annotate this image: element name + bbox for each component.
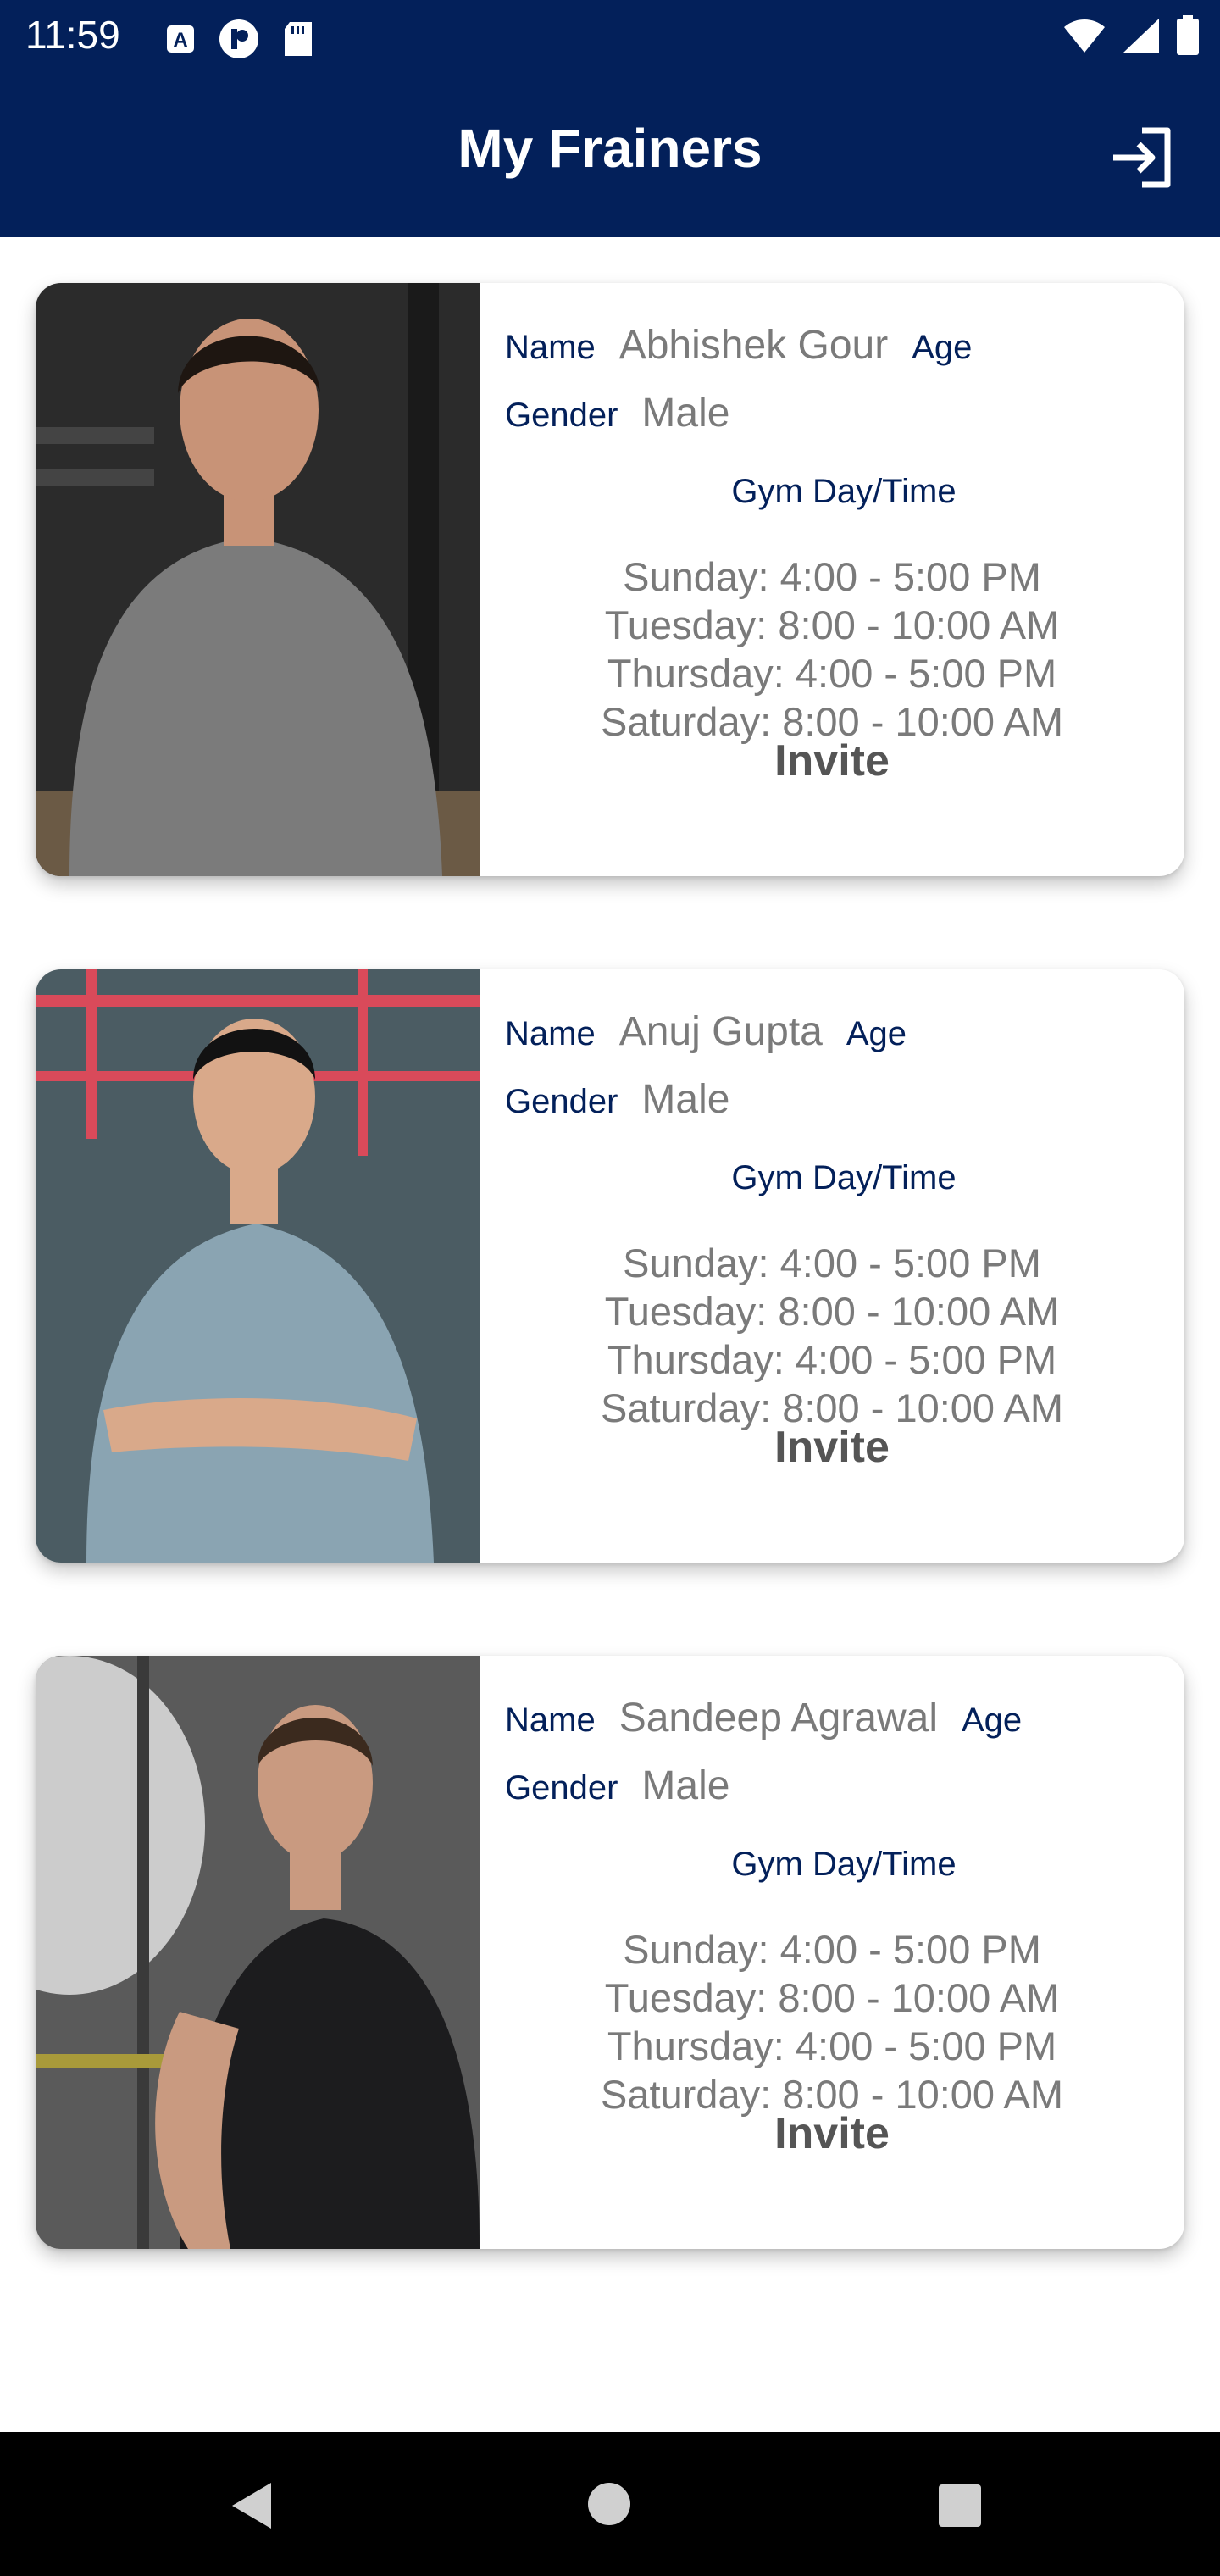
- schedule-list: Sunday: 4:00 - 5:00 PM Tuesday: 8:00 - 1…: [480, 1239, 1184, 1432]
- schedule-list: Sunday: 4:00 - 5:00 PM Tuesday: 8:00 - 1…: [480, 1925, 1184, 2118]
- invite-button[interactable]: Invite: [705, 2100, 959, 2168]
- trainer-photo: [36, 283, 480, 876]
- logout-icon: [1113, 127, 1171, 188]
- gender-row: Gender Male: [505, 1763, 753, 1809]
- status-bar: 11:59 A: [0, 0, 1220, 73]
- trainer-name: Abhishek Gour: [618, 323, 889, 368]
- trainer-info: Name Anuj Gupta Age Gender Male Gym Day/…: [480, 969, 1184, 1563]
- gender-row: Gender Male: [505, 1076, 753, 1123]
- battery-icon: [1177, 15, 1199, 55]
- age-label: Age: [912, 329, 973, 366]
- trainer-photo: [36, 969, 480, 1563]
- status-system-icons: [1062, 15, 1200, 56]
- trainer-name: Anuj Gupta: [618, 1009, 823, 1054]
- schedule-item: Sunday: 4:00 - 5:00 PM: [623, 1241, 1041, 1285]
- nav-back-button[interactable]: [229, 2481, 274, 2534]
- svg-text:A: A: [173, 29, 187, 52]
- gender-label: Gender: [505, 1769, 618, 1807]
- status-time: 11:59: [25, 13, 120, 57]
- name-age-row: Name Anuj Gupta Age: [505, 1008, 907, 1055]
- trainer-name: Sandeep Agrawal: [618, 1696, 938, 1740]
- schedule-item: Thursday: 4:00 - 5:00 PM: [607, 1337, 1057, 1382]
- gender-row: Gender Male: [505, 390, 753, 436]
- recents-icon[interactable]: [939, 2484, 981, 2527]
- invite-button[interactable]: Invite: [705, 1413, 959, 1481]
- name-label: Name: [505, 329, 596, 366]
- schedule-list: Sunday: 4:00 - 5:00 PM Tuesday: 8:00 - 1…: [480, 552, 1184, 746]
- schedule-item: Thursday: 4:00 - 5:00 PM: [607, 2024, 1057, 2068]
- schedule-item: Sunday: 4:00 - 5:00 PM: [623, 1927, 1041, 1972]
- status-notification-icons: A: [166, 19, 313, 59]
- wifi-icon: [1064, 19, 1105, 53]
- trainer-info: Name Sandeep Agrawal Age Gender Male Gym…: [480, 1656, 1184, 2249]
- trainer-gender: Male: [641, 391, 730, 436]
- sd-card-icon: [285, 22, 312, 56]
- gym-day-time-label: Gym Day/Time: [731, 1159, 957, 1196]
- app-bar: My Frainers: [0, 73, 1220, 237]
- trainer-photo: [36, 1656, 480, 2249]
- gym-day-time-label: Gym Day/Time: [731, 473, 957, 510]
- schedule-item: Tuesday: 8:00 - 10:00 AM: [604, 602, 1060, 647]
- age-label: Age: [962, 1702, 1023, 1739]
- trainer-card: Name Anuj Gupta Age Gender Male Gym Day/…: [36, 969, 1184, 1563]
- name-label: Name: [505, 1702, 596, 1739]
- name-age-row: Name Sandeep Agrawal Age: [505, 1695, 1022, 1741]
- trainer-gender: Male: [641, 1763, 730, 1808]
- gym-day-time-label: Gym Day/Time: [731, 1846, 957, 1883]
- p-badge-icon: [219, 19, 258, 58]
- logout-button[interactable]: [1108, 124, 1176, 192]
- home-icon[interactable]: [588, 2483, 630, 2525]
- gender-label: Gender: [505, 397, 618, 434]
- trainer-gender: Male: [641, 1077, 730, 1122]
- schedule-item: Tuesday: 8:00 - 10:00 AM: [604, 1975, 1060, 2020]
- a-badge-icon: A: [167, 25, 194, 53]
- page-title: My Frainers: [458, 118, 762, 179]
- trainer-card: Name Sandeep Agrawal Age Gender Male Gym…: [36, 1656, 1184, 2249]
- schedule-item: Tuesday: 8:00 - 10:00 AM: [604, 1289, 1060, 1334]
- name-label: Name: [505, 1015, 596, 1052]
- gender-label: Gender: [505, 1083, 618, 1120]
- trainer-info: Name Abhishek Gour Age Gender Male Gym D…: [480, 283, 1184, 876]
- name-age-row: Name Abhishek Gour Age: [505, 322, 972, 369]
- signal-icon: [1123, 19, 1159, 53]
- trainer-card: Name Abhishek Gour Age Gender Male Gym D…: [36, 283, 1184, 876]
- invite-button[interactable]: Invite: [705, 727, 959, 795]
- system-nav-bar: [0, 2432, 1220, 2576]
- age-label: Age: [846, 1015, 907, 1052]
- schedule-item: Sunday: 4:00 - 5:00 PM: [623, 554, 1041, 599]
- back-icon: [232, 2483, 271, 2529]
- schedule-item: Thursday: 4:00 - 5:00 PM: [607, 651, 1057, 696]
